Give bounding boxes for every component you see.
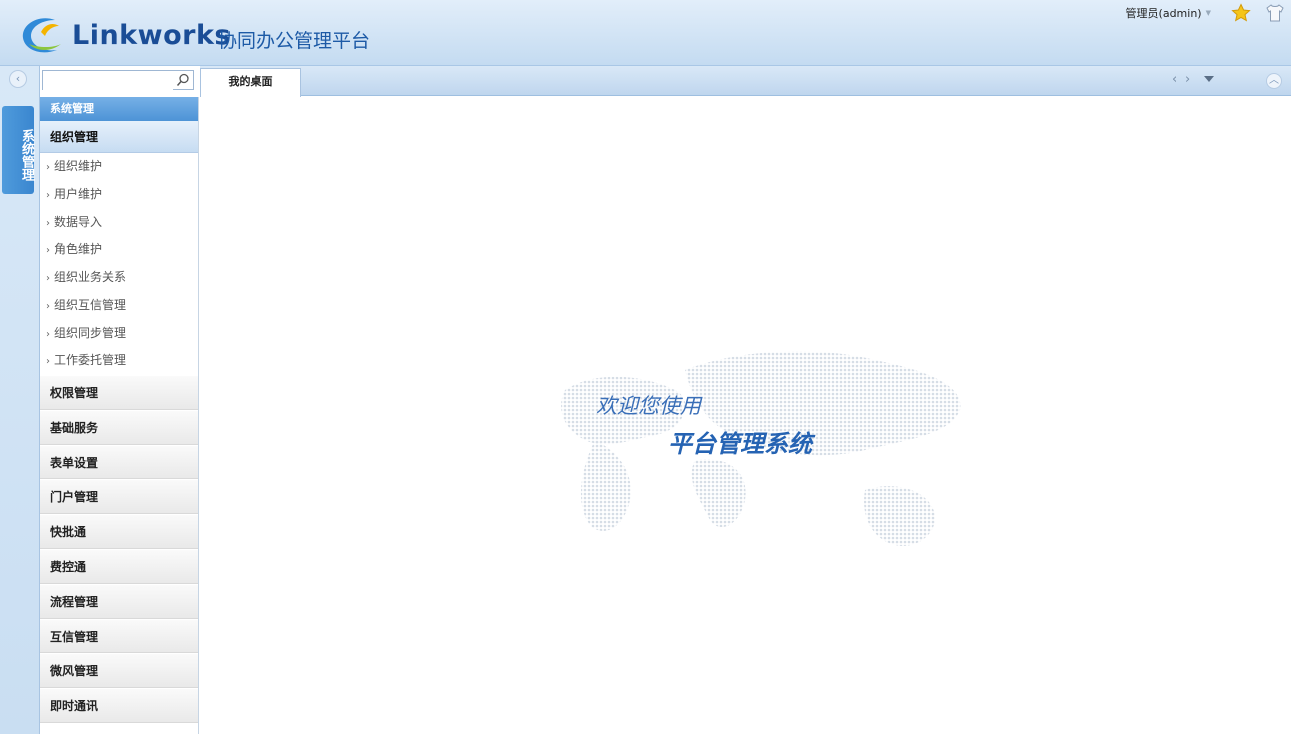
chevron-right-icon: › — [46, 356, 50, 368]
sidebar-group-workflow-management[interactable]: 流程管理 — [40, 583, 198, 619]
chevron-right-icon: › — [46, 300, 50, 312]
sidebar-group-expense-control[interactable]: 费控通 — [40, 548, 198, 584]
sidebar-section-title: 系统管理 — [40, 97, 198, 121]
sidebar-item-org-business-relations[interactable]: › 组织业务关系 — [40, 264, 198, 292]
linkworks-logo-icon — [22, 18, 61, 53]
user-menu[interactable]: 管理员(admin) — [1126, 5, 1202, 21]
chevron-right-icon: › — [46, 189, 50, 201]
chevron-right-icon: › — [46, 245, 50, 257]
sidebar-group-form-settings[interactable]: 表单设置 — [40, 444, 198, 480]
sidebar: 系统管理 组织管理 › 组织维护 › 用户维护 › 数据导入 › 角色维护 › 组织业务关… — [40, 97, 199, 734]
sidebar-item-label: 角色维护 — [54, 242, 103, 257]
sidebar-group-quick-approval[interactable]: 快批通 — [40, 514, 198, 549]
search-icon[interactable] — [176, 73, 190, 87]
collapse-up-icon[interactable]: ︿ — [1266, 73, 1282, 89]
sidebar-item-org-maintenance[interactable]: › 组织维护 — [40, 153, 198, 181]
sidebar-group-instant-messaging[interactable]: 即时通讯 — [40, 688, 198, 723]
sidebar-item-org-trust-management[interactable]: › 组织互信管理 — [40, 292, 198, 320]
chevron-right-icon: › — [46, 162, 50, 173]
sidebar-item-label: 数据导入 — [54, 214, 103, 229]
sidebar-item-label: 组织业务关系 — [54, 270, 127, 284]
left-rail: ‹ 系统管理 — [0, 66, 40, 734]
sidebar-group-org-management[interactable]: 组织管理 — [40, 121, 198, 153]
sidebar-group-basic-services[interactable]: 基础服务 — [40, 409, 198, 445]
chevron-right-icon[interactable]: › — [1185, 72, 1190, 87]
sidebar-item-org-sync-management[interactable]: › 组织同步管理 — [40, 320, 198, 348]
welcome-line-1: 欢迎您使用 — [596, 394, 701, 418]
collapse-left-icon[interactable]: ‹ — [9, 70, 27, 88]
brand-subtitle: 协同办公管理平台 — [218, 30, 371, 52]
search-input[interactable] — [43, 74, 173, 92]
search-box — [42, 70, 194, 92]
brand-name: Linkworks — [72, 20, 231, 51]
sidebar-group-weifeng-management[interactable]: 微风管理 — [40, 653, 198, 689]
main-content: 欢迎您使用 平台管理系统 — [200, 97, 1291, 734]
app-header: Linkworks 协同办公管理平台 管理员(admin) ▼ — [0, 0, 1291, 66]
sidebar-item-work-delegation[interactable]: › 工作委托管理 — [40, 347, 198, 375]
sidebar-item-label: 用户维护 — [54, 186, 103, 201]
sidebar-item-data-import[interactable]: › 数据导入 — [40, 209, 198, 237]
chevron-right-icon: › — [46, 328, 50, 340]
tab-bar: 我的桌面 ‹ › ︿ — [200, 66, 1291, 97]
sidebar-item-user-maintenance[interactable]: › 用户维护 — [40, 181, 198, 209]
user-caret-icon[interactable]: ▼ — [1206, 9, 1211, 17]
sidebar-item-label: 组织同步管理 — [54, 325, 127, 340]
welcome-line-2: 平台管理系统 — [668, 430, 812, 458]
chevron-right-icon: › — [46, 273, 50, 284]
sidebar-item-label: 组织维护 — [54, 159, 103, 173]
user-area: 管理员(admin) ▼ — [1126, 2, 1291, 24]
sidebar-item-label: 工作委托管理 — [54, 353, 127, 368]
star-icon[interactable] — [1231, 3, 1251, 23]
sidebar-group-permissions[interactable]: 权限管理 — [40, 375, 198, 410]
shirt-icon[interactable] — [1265, 3, 1285, 23]
chevron-left-icon[interactable]: ‹ — [1172, 72, 1177, 87]
sidebar-group-trust-management[interactable]: 互信管理 — [40, 618, 198, 654]
tab-list-dropdown-icon[interactable] — [1204, 76, 1214, 82]
sidebar-item-role-maintenance[interactable]: › 角色维护 — [40, 236, 198, 264]
sidebar-item-label: 组织互信管理 — [54, 297, 127, 312]
rail-tab-system-management[interactable]: 系统管理 — [2, 106, 34, 194]
tab-my-desktop[interactable]: 我的桌面 — [200, 68, 301, 97]
chevron-right-icon: › — [46, 217, 50, 229]
sidebar-group-portal-management[interactable]: 门户管理 — [40, 479, 198, 515]
